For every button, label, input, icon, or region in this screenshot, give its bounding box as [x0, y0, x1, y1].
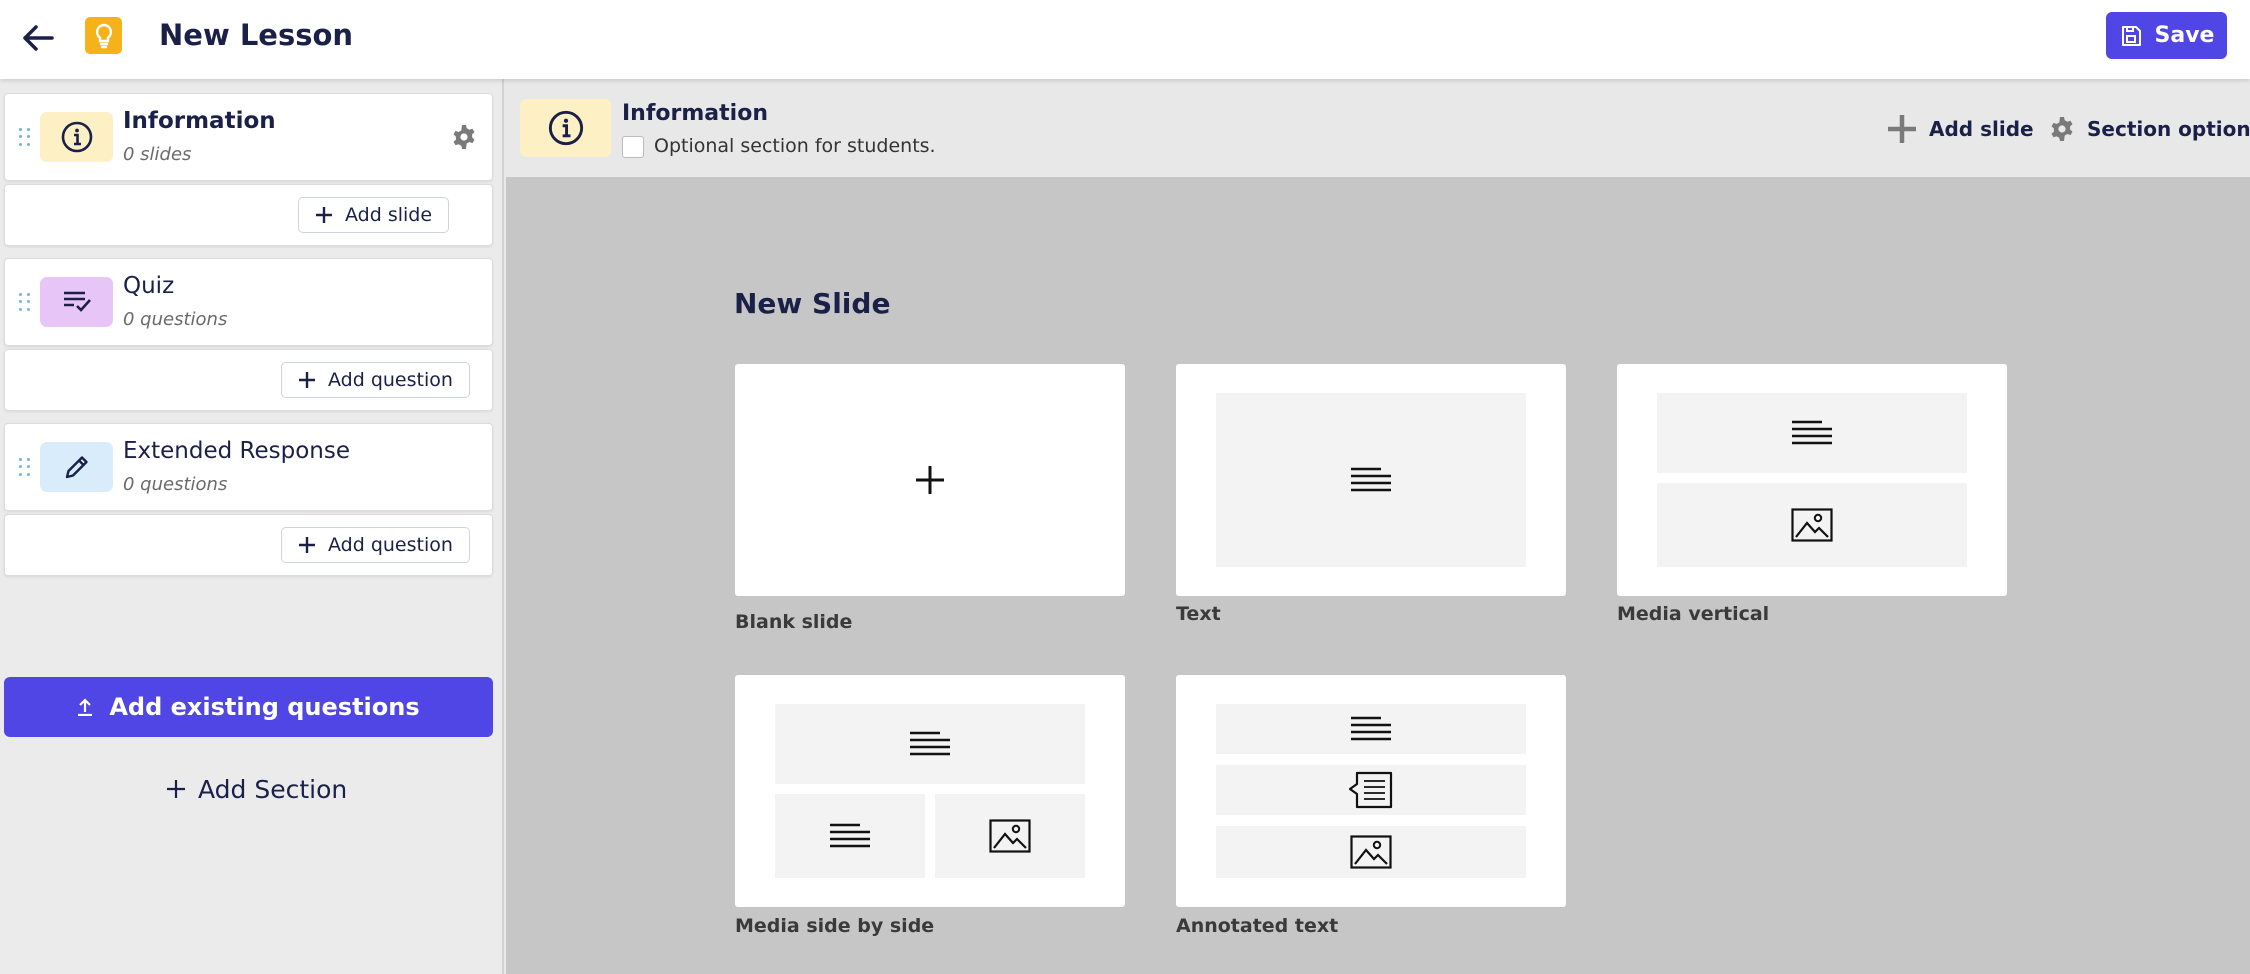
sidebar: Information 0 slides Add slide Quiz 0 qu… [0, 79, 504, 974]
sidebar-section-information[interactable]: Information 0 slides [4, 93, 493, 181]
section-count: 0 questions [123, 309, 228, 330]
slide-template-canvas: New Slide Blank slide Text Media vertica… [506, 177, 2250, 974]
section-footer-quiz: Add question [4, 349, 493, 411]
text-lines-icon [1351, 716, 1391, 741]
text-lines-icon [1792, 420, 1832, 445]
add-section-label: Add Section [198, 774, 348, 804]
text-placeholder [1216, 393, 1526, 567]
plus-icon [916, 466, 944, 494]
section-count: 0 slides [123, 144, 192, 165]
add-existing-questions-label: Add existing questions [109, 693, 420, 721]
text-placeholder [1657, 393, 1967, 473]
section-title: Information [622, 101, 768, 126]
media-placeholder [935, 794, 1085, 878]
info-icon [548, 110, 583, 146]
image-icon [1350, 835, 1392, 869]
save-button[interactable]: Save [2106, 12, 2227, 59]
section-footer-information: Add slide [4, 184, 493, 246]
optional-section-checkbox[interactable] [622, 136, 644, 158]
plus-icon [1888, 115, 1916, 143]
media-placeholder [1657, 483, 1967, 567]
drag-handle-icon[interactable] [19, 293, 33, 313]
section-settings-button[interactable] [451, 124, 477, 150]
save-icon [2121, 25, 2141, 46]
back-button[interactable] [18, 18, 58, 58]
template-media-vertical[interactable] [1617, 364, 2007, 596]
template-label: Blank slide [735, 611, 853, 633]
template-annotated-text[interactable] [1176, 675, 1566, 907]
add-question-button[interactable]: Add question [281, 362, 470, 398]
upload-icon [78, 698, 93, 716]
lightbulb-icon [95, 23, 112, 48]
plus-icon [299, 372, 315, 388]
text-placeholder [775, 704, 1085, 784]
add-question-label: Add question [328, 369, 453, 391]
add-slide-button[interactable]: Add slide [298, 197, 450, 233]
plus-icon [299, 537, 315, 553]
section-title: Extended Response [123, 438, 351, 464]
save-label: Save [2154, 23, 2215, 48]
section-count: 0 questions [123, 474, 228, 495]
text-lines-icon [830, 823, 870, 848]
gear-icon [2051, 117, 2073, 141]
media-placeholder [1216, 826, 1526, 878]
add-existing-questions-button[interactable]: Add existing questions [4, 677, 493, 737]
section-title: Information [123, 108, 276, 134]
plus-icon [316, 207, 332, 223]
image-icon [1791, 508, 1833, 542]
add-question-button[interactable]: Add question [281, 527, 470, 563]
add-slide-label: Add slide [1929, 117, 2034, 141]
section-icon-badge [520, 99, 611, 157]
text-placeholder [1216, 704, 1526, 754]
template-media-side-by-side[interactable] [735, 675, 1125, 907]
template-blank-slide[interactable] [735, 364, 1125, 596]
section-icon-badge [40, 442, 113, 492]
info-icon [61, 121, 92, 153]
text-lines-icon [910, 731, 950, 756]
section-options-label: Section options [2087, 117, 2250, 141]
drag-handle-icon[interactable] [19, 128, 33, 148]
section-title: Quiz [123, 273, 175, 299]
template-label: Media side by side [735, 915, 935, 937]
section-header: Information Optional section for student… [506, 79, 2250, 177]
sidebar-section-quiz[interactable]: Quiz 0 questions [4, 258, 493, 346]
add-slide-label: Add slide [345, 204, 433, 226]
section-icon-badge [40, 112, 113, 162]
annotation-icon [1348, 771, 1393, 809]
pencil-icon [65, 456, 88, 479]
arrow-left-icon [23, 25, 54, 51]
plus-icon [167, 780, 185, 798]
sidebar-section-extended-response[interactable]: Extended Response 0 questions [4, 423, 493, 511]
template-label: Annotated text [1176, 915, 1339, 937]
template-text[interactable] [1176, 364, 1566, 596]
section-options-button[interactable]: Section options [2049, 111, 2250, 147]
template-label: Media vertical [1617, 603, 1770, 625]
template-label: Text [1176, 603, 1221, 625]
new-slide-title: New Slide [734, 287, 891, 320]
text-lines-icon [1351, 467, 1391, 492]
add-slide-button[interactable]: Add slide [1887, 111, 2034, 147]
optional-section-label: Optional section for students. [654, 135, 936, 157]
gear-icon [453, 125, 475, 149]
text-placeholder [775, 794, 925, 878]
section-icon-badge [40, 277, 113, 327]
add-question-label: Add question [328, 534, 453, 556]
page-title: New Lesson [159, 18, 354, 52]
top-bar: New Lesson Save [0, 0, 2250, 79]
checklist-icon [63, 291, 91, 312]
add-section-button[interactable]: Add Section [166, 769, 347, 809]
annotation-placeholder [1216, 765, 1526, 815]
drag-handle-icon[interactable] [19, 458, 33, 478]
section-footer-extended-response: Add question [4, 514, 493, 576]
app-logo [85, 17, 122, 54]
image-icon [989, 819, 1031, 853]
